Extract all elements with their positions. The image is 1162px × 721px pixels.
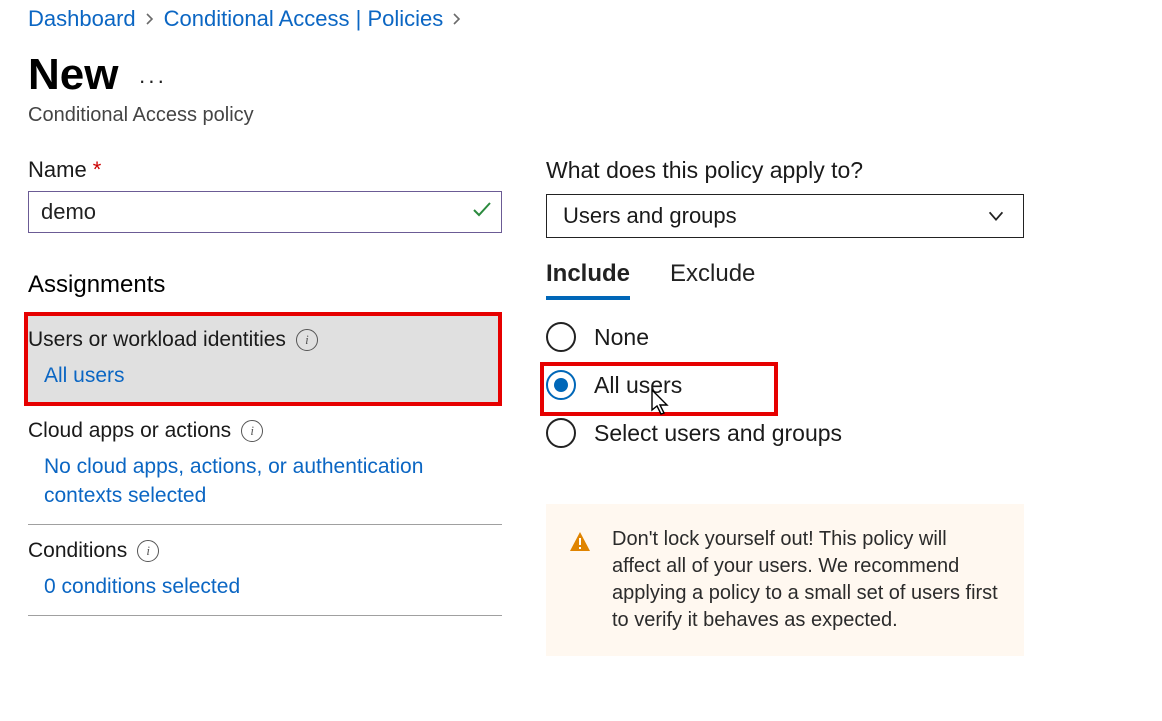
- radio-icon: [546, 370, 576, 400]
- required-star-icon: *: [93, 157, 102, 183]
- warning-banner: Don't lock yourself out! This policy wil…: [546, 504, 1024, 656]
- page-title: New: [28, 50, 118, 100]
- radio-all-users[interactable]: All users: [546, 370, 1024, 400]
- users-title: Users or workload identities: [28, 328, 286, 352]
- breadcrumb: Dashboard Conditional Access | Policies: [28, 6, 1134, 32]
- warning-icon: [568, 530, 592, 634]
- info-icon[interactable]: i: [296, 329, 318, 351]
- conditions-title: Conditions: [28, 539, 127, 563]
- tab-include[interactable]: Include: [546, 260, 630, 300]
- warning-text: Don't lock yourself out! This policy wil…: [612, 526, 998, 634]
- breadcrumb-dashboard[interactable]: Dashboard: [28, 6, 136, 32]
- users-link[interactable]: All users: [44, 362, 502, 390]
- assignment-users[interactable]: Users or workload identities i All users: [28, 314, 502, 405]
- name-input[interactable]: [28, 191, 502, 233]
- radio-none[interactable]: None: [546, 322, 1024, 352]
- assignments-header: Assignments: [28, 271, 502, 314]
- cloud-apps-link[interactable]: No cloud apps, actions, or authenticatio…: [44, 453, 502, 510]
- info-icon[interactable]: i: [137, 540, 159, 562]
- assignment-cloud-apps[interactable]: Cloud apps or actions i No cloud apps, a…: [28, 405, 502, 525]
- include-exclude-tabs: Include Exclude: [546, 260, 1024, 300]
- name-label: Name *: [28, 157, 502, 183]
- conditions-link[interactable]: 0 conditions selected: [44, 573, 502, 601]
- chevron-right-icon: [144, 8, 156, 31]
- assignment-conditions[interactable]: Conditions i 0 conditions selected: [28, 525, 502, 616]
- applies-to-label: What does this policy apply to?: [546, 157, 1024, 184]
- breadcrumb-policies[interactable]: Conditional Access | Policies: [164, 6, 444, 32]
- radio-select-users[interactable]: Select users and groups: [546, 418, 1024, 448]
- tab-exclude[interactable]: Exclude: [670, 260, 755, 300]
- cloud-apps-title: Cloud apps or actions: [28, 419, 231, 443]
- radio-icon: [546, 322, 576, 352]
- radio-none-label: None: [594, 324, 649, 351]
- radio-select-users-label: Select users and groups: [594, 420, 842, 447]
- info-icon[interactable]: i: [241, 420, 263, 442]
- include-radio-group: None All users Select users and groups: [546, 322, 1024, 448]
- radio-icon: [546, 418, 576, 448]
- radio-all-users-label: All users: [594, 372, 682, 399]
- page-subtitle: Conditional Access policy: [28, 104, 1134, 127]
- chevron-right-icon: [451, 8, 463, 31]
- check-icon: [470, 197, 494, 227]
- select-value: Users and groups: [563, 203, 737, 229]
- applies-to-select[interactable]: Users and groups: [546, 194, 1024, 238]
- more-actions-icon[interactable]: ···: [138, 68, 166, 94]
- chevron-down-icon: [985, 205, 1007, 227]
